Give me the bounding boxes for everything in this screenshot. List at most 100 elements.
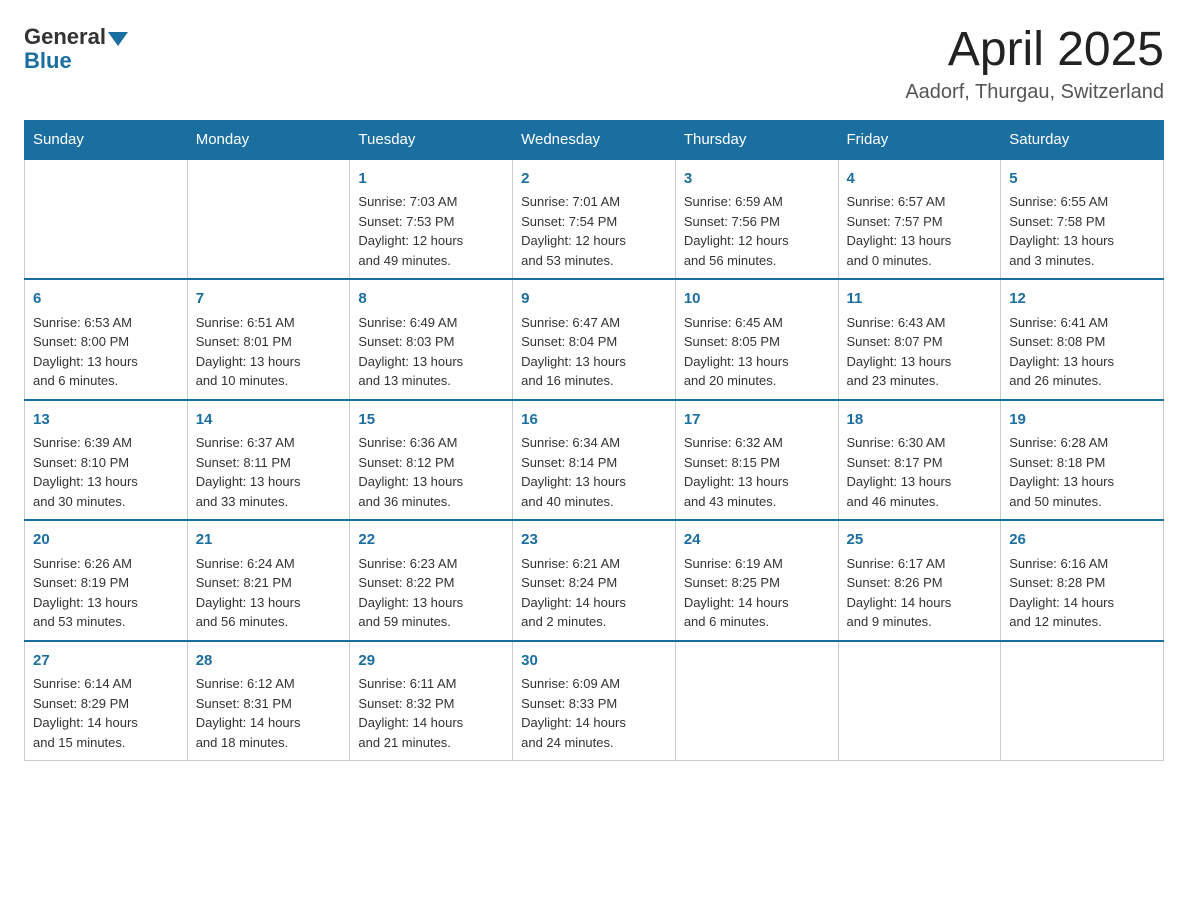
day-info-line: and 2 minutes. — [521, 612, 667, 632]
day-info-line: and 49 minutes. — [358, 251, 504, 271]
calendar-week-2: 6Sunrise: 6:53 AMSunset: 8:00 PMDaylight… — [25, 279, 1164, 400]
calendar-cell: 26Sunrise: 6:16 AMSunset: 8:28 PMDayligh… — [1001, 520, 1164, 641]
day-info-line: Sunrise: 6:21 AM — [521, 554, 667, 574]
day-info-line: Sunset: 8:33 PM — [521, 694, 667, 714]
calendar-week-1: 1Sunrise: 7:03 AMSunset: 7:53 PMDaylight… — [25, 159, 1164, 280]
day-info-line: Daylight: 13 hours — [358, 352, 504, 372]
calendar-cell: 12Sunrise: 6:41 AMSunset: 8:08 PMDayligh… — [1001, 279, 1164, 400]
day-info-line: Sunrise: 6:57 AM — [847, 192, 993, 212]
day-info-line: Sunrise: 6:39 AM — [33, 433, 179, 453]
day-info-line: Sunset: 8:05 PM — [684, 332, 830, 352]
day-info-line: Daylight: 14 hours — [358, 713, 504, 733]
calendar-cell: 14Sunrise: 6:37 AMSunset: 8:11 PMDayligh… — [187, 400, 350, 521]
day-number: 25 — [847, 529, 993, 552]
day-info-line: and 33 minutes. — [196, 492, 342, 512]
day-info-line: Sunrise: 6:26 AM — [33, 554, 179, 574]
logo-top: General — [24, 24, 128, 50]
calendar-cell: 13Sunrise: 6:39 AMSunset: 8:10 PMDayligh… — [25, 400, 188, 521]
day-number: 27 — [33, 650, 179, 673]
day-info-line: and 0 minutes. — [847, 251, 993, 271]
day-info-line: and 20 minutes. — [684, 371, 830, 391]
logo-arrow-icon — [108, 32, 128, 46]
day-info-line: Sunset: 8:17 PM — [847, 453, 993, 473]
day-info-line: Daylight: 14 hours — [521, 713, 667, 733]
day-info-line: Daylight: 13 hours — [358, 593, 504, 613]
day-info-line: Sunset: 8:21 PM — [196, 573, 342, 593]
day-number: 30 — [521, 650, 667, 673]
title-section: April 2025 Aadorf, Thurgau, Switzerland — [905, 24, 1164, 104]
day-number: 14 — [196, 409, 342, 432]
day-info-line: Daylight: 13 hours — [196, 472, 342, 492]
day-info-line: and 3 minutes. — [1009, 251, 1155, 271]
day-info-line: and 24 minutes. — [521, 733, 667, 753]
day-info-line: Daylight: 14 hours — [196, 713, 342, 733]
weekday-header-thursday: Thursday — [675, 120, 838, 159]
day-info-line: and 10 minutes. — [196, 371, 342, 391]
day-info-line: and 9 minutes. — [847, 612, 993, 632]
calendar-cell — [1001, 641, 1164, 761]
day-info-line: Daylight: 13 hours — [33, 593, 179, 613]
day-number: 18 — [847, 409, 993, 432]
calendar-cell: 15Sunrise: 6:36 AMSunset: 8:12 PMDayligh… — [350, 400, 513, 521]
day-number: 28 — [196, 650, 342, 673]
day-info-line: Sunrise: 6:30 AM — [847, 433, 993, 453]
weekday-header-friday: Friday — [838, 120, 1001, 159]
day-info-line: Sunset: 8:31 PM — [196, 694, 342, 714]
day-info-line: and 30 minutes. — [33, 492, 179, 512]
day-info-line: Sunset: 8:15 PM — [684, 453, 830, 473]
day-info-line: and 59 minutes. — [358, 612, 504, 632]
day-info-line: Sunrise: 6:37 AM — [196, 433, 342, 453]
day-info-line: Daylight: 13 hours — [196, 352, 342, 372]
day-info-line: Sunset: 7:57 PM — [847, 212, 993, 232]
day-number: 13 — [33, 409, 179, 432]
day-number: 20 — [33, 529, 179, 552]
calendar-cell: 2Sunrise: 7:01 AMSunset: 7:54 PMDaylight… — [513, 159, 676, 280]
day-info-line: Sunrise: 6:41 AM — [1009, 313, 1155, 333]
calendar-cell: 16Sunrise: 6:34 AMSunset: 8:14 PMDayligh… — [513, 400, 676, 521]
weekday-header-saturday: Saturday — [1001, 120, 1164, 159]
day-info-line: and 43 minutes. — [684, 492, 830, 512]
day-number: 19 — [1009, 409, 1155, 432]
calendar-cell: 3Sunrise: 6:59 AMSunset: 7:56 PMDaylight… — [675, 159, 838, 280]
calendar-cell: 21Sunrise: 6:24 AMSunset: 8:21 PMDayligh… — [187, 520, 350, 641]
day-info-line: Daylight: 14 hours — [1009, 593, 1155, 613]
day-info-line: Sunrise: 6:16 AM — [1009, 554, 1155, 574]
day-info-line: Sunrise: 6:53 AM — [33, 313, 179, 333]
day-info-line: Daylight: 13 hours — [1009, 352, 1155, 372]
day-info-line: and 26 minutes. — [1009, 371, 1155, 391]
day-info-line: Sunset: 8:12 PM — [358, 453, 504, 473]
calendar-cell: 30Sunrise: 6:09 AMSunset: 8:33 PMDayligh… — [513, 641, 676, 761]
calendar-cell: 8Sunrise: 6:49 AMSunset: 8:03 PMDaylight… — [350, 279, 513, 400]
day-info-line: Sunrise: 6:47 AM — [521, 313, 667, 333]
day-info-line: Sunset: 8:29 PM — [33, 694, 179, 714]
day-info-line: Sunrise: 6:17 AM — [847, 554, 993, 574]
day-info-line: Sunrise: 6:28 AM — [1009, 433, 1155, 453]
calendar-cell: 29Sunrise: 6:11 AMSunset: 8:32 PMDayligh… — [350, 641, 513, 761]
day-number: 26 — [1009, 529, 1155, 552]
calendar-body: 1Sunrise: 7:03 AMSunset: 7:53 PMDaylight… — [25, 159, 1164, 761]
day-number: 6 — [33, 288, 179, 311]
day-info-line: Sunrise: 7:01 AM — [521, 192, 667, 212]
day-info-line: Sunrise: 6:12 AM — [196, 674, 342, 694]
calendar-week-4: 20Sunrise: 6:26 AMSunset: 8:19 PMDayligh… — [25, 520, 1164, 641]
calendar-cell: 11Sunrise: 6:43 AMSunset: 8:07 PMDayligh… — [838, 279, 1001, 400]
calendar-cell — [25, 159, 188, 280]
calendar-table: SundayMondayTuesdayWednesdayThursdayFrid… — [24, 120, 1164, 762]
day-number: 22 — [358, 529, 504, 552]
day-info-line: Daylight: 13 hours — [684, 472, 830, 492]
day-info-line: Sunset: 8:25 PM — [684, 573, 830, 593]
day-info-line: Sunrise: 6:09 AM — [521, 674, 667, 694]
day-info-line: Sunrise: 6:14 AM — [33, 674, 179, 694]
calendar-cell: 10Sunrise: 6:45 AMSunset: 8:05 PMDayligh… — [675, 279, 838, 400]
day-info-line: Sunset: 8:01 PM — [196, 332, 342, 352]
day-number: 11 — [847, 288, 993, 311]
day-info-line: Sunrise: 6:59 AM — [684, 192, 830, 212]
day-info-line: Sunset: 8:11 PM — [196, 453, 342, 473]
day-info-line: Sunset: 8:03 PM — [358, 332, 504, 352]
day-info-line: Sunset: 8:10 PM — [33, 453, 179, 473]
day-info-line: Daylight: 14 hours — [847, 593, 993, 613]
calendar-cell: 17Sunrise: 6:32 AMSunset: 8:15 PMDayligh… — [675, 400, 838, 521]
day-info-line: and 6 minutes. — [33, 371, 179, 391]
day-info-line: Daylight: 13 hours — [33, 352, 179, 372]
day-info-line: and 18 minutes. — [196, 733, 342, 753]
